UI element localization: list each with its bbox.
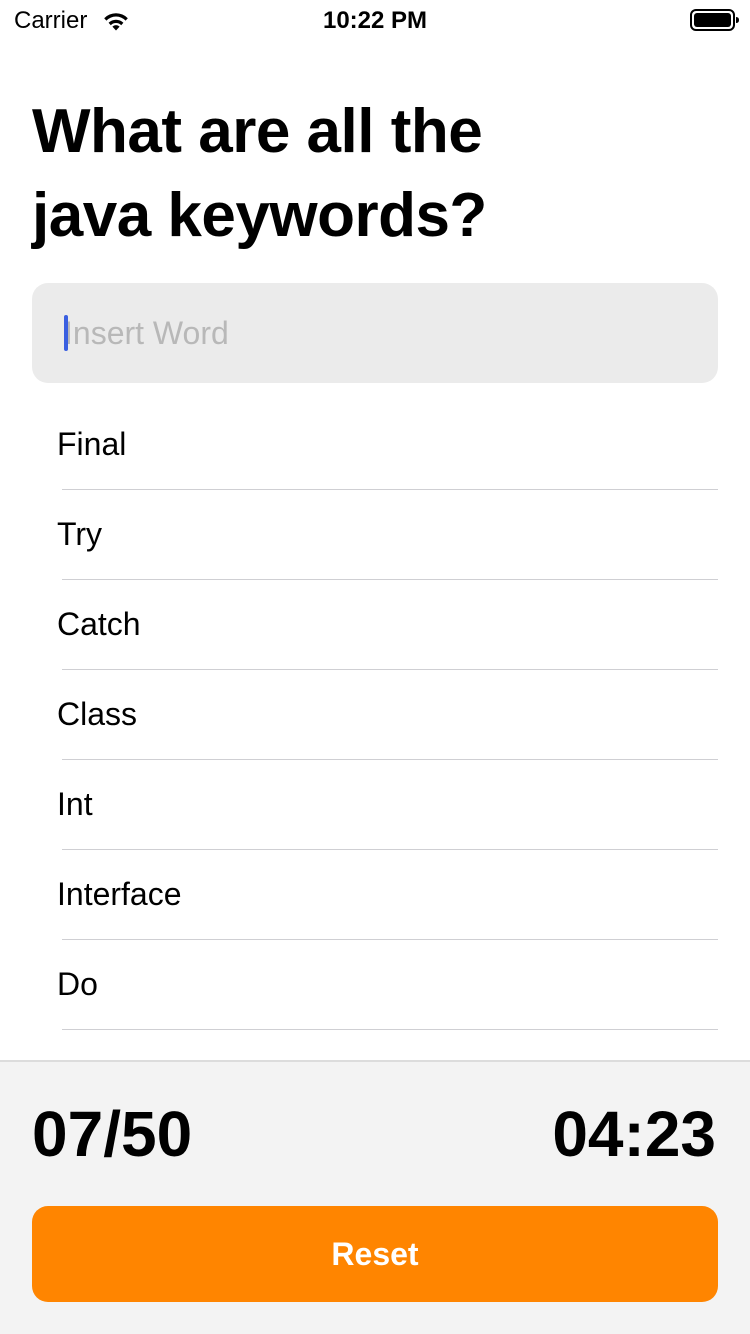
answer-label: Do (57, 966, 98, 1002)
list-item[interactable]: Class (0, 670, 750, 760)
text-cursor (64, 315, 68, 351)
question-title: What are all the java keywords? (32, 90, 632, 258)
list-item[interactable]: Final (0, 400, 750, 490)
list-item[interactable]: Do (0, 940, 750, 1030)
answer-label: Class (57, 696, 138, 732)
row-divider (62, 1029, 718, 1030)
reset-button[interactable]: Reset (32, 1206, 718, 1302)
answer-label: Catch (57, 606, 141, 642)
battery-full-icon (690, 9, 739, 31)
word-input-container[interactable] (32, 283, 718, 383)
quiz-screen: Carrier 10:22 PM What are all the java k… (0, 0, 750, 1334)
list-item[interactable]: Try (0, 490, 750, 580)
answer-label: Interface (57, 876, 182, 912)
countdown-timer: 04:23 (552, 1098, 716, 1170)
status-time: 10:22 PM (322, 7, 428, 34)
score-counter: 07/50 (32, 1098, 193, 1170)
answers-list: Final Try Catch Class Int Interface Do (0, 400, 750, 1030)
answer-label: Int (57, 786, 93, 822)
question-line-2: java keywords? (32, 181, 487, 250)
word-input[interactable] (64, 283, 694, 383)
answer-label: Try (57, 516, 103, 552)
answer-label: Final (57, 426, 127, 462)
list-item[interactable]: Catch (0, 580, 750, 670)
question-line-1: What are all the (32, 97, 483, 166)
status-bar: Carrier 10:22 PM (0, 0, 750, 40)
list-item[interactable]: Interface (0, 850, 750, 940)
bottom-panel: 07/50 04:23 Reset (0, 1060, 750, 1334)
list-item[interactable]: Int (0, 760, 750, 850)
